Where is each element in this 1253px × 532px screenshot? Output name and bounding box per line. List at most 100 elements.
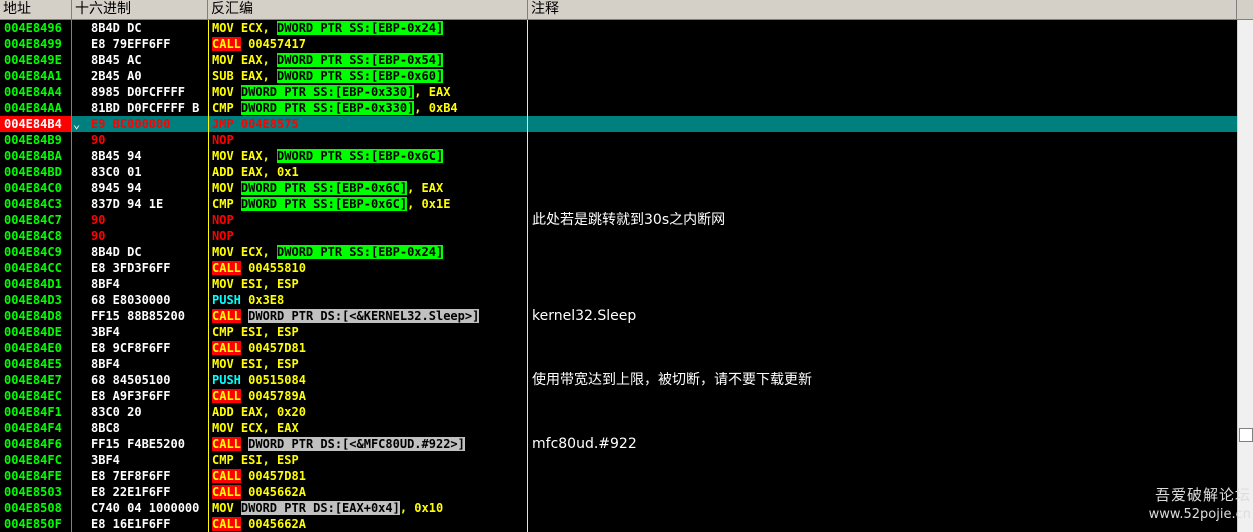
instruction-disassembly: CALL 00457D81 xyxy=(212,468,526,484)
instruction-hex: 8BF4 xyxy=(91,357,120,371)
instruction-row[interactable]: 004E84C0 8945 94 MOV DWORD PTR SS:[EBP-0x6… xyxy=(0,180,1237,196)
column-header-comment[interactable]: 注释 xyxy=(528,0,1237,19)
instruction-address: 004E84E0 xyxy=(4,341,62,355)
instruction-row[interactable]: 004E84C9 8B4D DC MOV ECX, DWORD PTR SS:[EB… xyxy=(0,244,1237,260)
instruction-hex: 68 84505100 xyxy=(91,373,171,387)
instruction-row[interactable]: 004E84B4 ⌄ E9 BC000000 JMP 004E8575 xyxy=(0,116,1237,132)
instruction-row[interactable]: 004E84D3 68 E8030000 PUSH 0x3E8 xyxy=(0,292,1237,308)
instruction-mnemonic: MOV xyxy=(212,501,241,515)
instruction-row[interactable]: 004E84C7 90 NOP 此处若是跳转就到30s之内断网 xyxy=(0,212,1237,228)
instruction-disassembly: NOP xyxy=(212,132,526,148)
instruction-row[interactable]: 004E84FC 3BF4 CMP ESI, ESP xyxy=(0,452,1237,468)
instruction-operand: ESI, ESP xyxy=(240,453,299,467)
instruction-address: 004E84E7 xyxy=(4,373,62,387)
instruction-comment xyxy=(532,484,1232,500)
instruction-row[interactable]: 004E8503 E8 22E1F6FF CALL 0045662A xyxy=(0,484,1237,500)
instruction-row[interactable]: 004E84E5 8BF4 MOV ESI, ESP xyxy=(0,356,1237,372)
instruction-mnemonic: CALL xyxy=(212,261,241,275)
instruction-comment: kernel32.Sleep xyxy=(532,308,637,324)
instruction-row[interactable]: 004E84D1 8BF4 MOV ESI, ESP xyxy=(0,276,1237,292)
instruction-disassembly: SUB EAX, DWORD PTR SS:[EBP-0x60] xyxy=(212,68,526,84)
vertical-scrollbar[interactable] xyxy=(1237,20,1253,532)
instruction-operand: , 0xB4 xyxy=(414,101,458,115)
instruction-hex: 68 E8030000 xyxy=(91,293,171,307)
instruction-address: 004E84AA xyxy=(4,101,62,115)
instruction-row[interactable]: 004E84AA 81BD D0FCFFFF B CMP DWORD PTR SS:… xyxy=(0,100,1237,116)
instruction-row[interactable]: 004E84E0 E8 9CF8F6FF CALL 00457D81 xyxy=(0,340,1237,356)
instruction-comment xyxy=(532,420,1232,436)
memory-operand: DWORD PTR SS:[EBP-0x60] xyxy=(277,69,444,83)
instruction-comment xyxy=(532,500,1232,516)
instruction-hex: 8B45 AC xyxy=(91,53,142,67)
instruction-operand: , 0x10 xyxy=(399,501,444,515)
disassembly-listing[interactable]: 004E8496 8B4D DC MOV ECX, DWORD PTR SS:[EB… xyxy=(0,20,1237,532)
memory-operand: DWORD PTR SS:[EBP-0x330] xyxy=(240,101,415,115)
scrollbar-thumb[interactable] xyxy=(1239,428,1253,442)
instruction-row[interactable]: 004E84B9 90 NOP xyxy=(0,132,1237,148)
instruction-row[interactable]: 004E849E 8B45 AC MOV EAX, DWORD PTR SS:[EB… xyxy=(0,52,1237,68)
instruction-mnemonic: CMP xyxy=(212,197,241,211)
instruction-address: 004E84B9 xyxy=(4,133,62,147)
memory-operand: DWORD PTR SS:[EBP-0x6C] xyxy=(240,197,408,211)
instruction-row[interactable]: 004E8499 E8 79EFF6FF CALL 00457417 xyxy=(0,36,1237,52)
instruction-comment xyxy=(532,52,1232,68)
instruction-row[interactable]: 004E84BA 8B45 94 MOV EAX, DWORD PTR SS:[EB… xyxy=(0,148,1237,164)
instruction-operand: , EAX xyxy=(407,181,444,195)
instruction-hex: E8 16E1F6FF xyxy=(91,517,171,531)
column-header-address[interactable]: 地址 xyxy=(0,0,72,19)
instruction-hex: 8BC8 xyxy=(91,421,120,435)
instruction-mnemonic: SUB xyxy=(212,69,241,83)
instruction-hex: 8B4D DC xyxy=(91,245,142,259)
instruction-disassembly: MOV ESI, ESP xyxy=(212,276,526,292)
instruction-row[interactable]: 004E8508 C740 04 1000000 MOV DWORD PTR DS:… xyxy=(0,500,1237,516)
instruction-row[interactable]: 004E84E7 68 84505100 PUSH 00515084 使用带宽达到上限… xyxy=(0,372,1237,388)
instruction-row[interactable]: 004E84EC E8 A9F3F6FF CALL 0045789A xyxy=(0,388,1237,404)
instruction-disassembly: MOV EAX, DWORD PTR SS:[EBP-0x54] xyxy=(212,52,526,68)
instruction-row[interactable]: 004E84BD 83C0 01 ADD EAX, 0x1 xyxy=(0,164,1237,180)
instruction-mnemonic: CALL xyxy=(212,517,241,531)
instruction-row[interactable]: 004E84C3 837D 94 1E CMP DWORD PTR SS:[EBP-… xyxy=(0,196,1237,212)
instruction-mnemonic: NOP xyxy=(212,213,234,227)
instruction-operand: 00455810 xyxy=(240,261,306,275)
instruction-operand: EAX, 0x1 xyxy=(240,165,299,179)
instruction-operand: 00457417 xyxy=(240,37,306,51)
instruction-comment xyxy=(532,404,1232,420)
instruction-hex: 837D 94 1E xyxy=(91,197,164,211)
instruction-row[interactable]: 004E84FE E8 7EF8F6FF CALL 00457D81 xyxy=(0,468,1237,484)
instruction-mnemonic: MOV xyxy=(212,277,241,291)
instruction-operand: ESI, ESP xyxy=(240,357,299,371)
disassembler-window: 地址 十六进制 反汇编 注释 004E8496 8B4D DC MOV ECX, D… xyxy=(0,0,1253,532)
instruction-address: 004E84DE xyxy=(4,325,62,339)
instruction-operand: ECX, xyxy=(240,245,278,259)
column-divider xyxy=(208,20,209,532)
column-divider xyxy=(527,20,528,532)
memory-operand: DWORD PTR SS:[EBP-0x24] xyxy=(277,245,444,259)
instruction-row[interactable]: 004E84DE 3BF4 CMP ESI, ESP xyxy=(0,324,1237,340)
instruction-address: 004E84EC xyxy=(4,389,62,403)
instruction-row[interactable]: 004E850F E8 16E1F6FF CALL 0045662A xyxy=(0,516,1237,532)
instruction-disassembly: CALL 0045662A xyxy=(212,516,526,532)
column-header-disassembly[interactable]: 反汇编 xyxy=(208,0,528,19)
instruction-row[interactable]: 004E84F1 83C0 20 ADD EAX, 0x20 xyxy=(0,404,1237,420)
instruction-row[interactable]: 004E84A4 8985 D0FCFFFF MOV DWORD PTR SS:[E… xyxy=(0,84,1237,100)
instruction-address: 004E84BD xyxy=(4,165,62,179)
watermark: 吾爱破解论坛 www.52pojie.cn xyxy=(1129,484,1251,522)
instruction-row[interactable]: 004E84D8 FF15 88B85200 CALL DWORD PTR DS:[… xyxy=(0,308,1237,324)
instruction-row[interactable]: 004E84A1 2B45 A0 SUB EAX, DWORD PTR SS:[EB… xyxy=(0,68,1237,84)
instruction-row[interactable]: 004E84F6 FF15 F4BE5200 CALL DWORD PTR DS:[… xyxy=(0,436,1237,452)
instruction-hex: 83C0 01 xyxy=(91,165,142,179)
instruction-operand: EAX, 0x20 xyxy=(240,405,306,419)
column-header-hex[interactable]: 十六进制 xyxy=(72,0,208,19)
instruction-row[interactable]: 004E84C8 90 NOP xyxy=(0,228,1237,244)
instruction-mnemonic: MOV xyxy=(212,53,241,67)
instruction-address: 004E84C7 xyxy=(4,213,62,227)
instruction-row[interactable]: 004E8496 8B4D DC MOV ECX, DWORD PTR SS:[EB… xyxy=(0,20,1237,36)
instruction-operand: 00457D81 xyxy=(240,469,306,483)
instruction-row[interactable]: 004E84F4 8BC8 MOV ECX, EAX xyxy=(0,420,1237,436)
instruction-operand: , 0x1E xyxy=(407,197,451,211)
instruction-row[interactable]: 004E84CC E8 3FD3F6FF CALL 00455810 xyxy=(0,260,1237,276)
instruction-address: 004E84F4 xyxy=(4,421,62,435)
instruction-disassembly: MOV EAX, DWORD PTR SS:[EBP-0x6C] xyxy=(212,148,526,164)
instruction-mnemonic: CMP xyxy=(212,325,241,339)
instruction-mnemonic: CALL xyxy=(212,437,241,451)
